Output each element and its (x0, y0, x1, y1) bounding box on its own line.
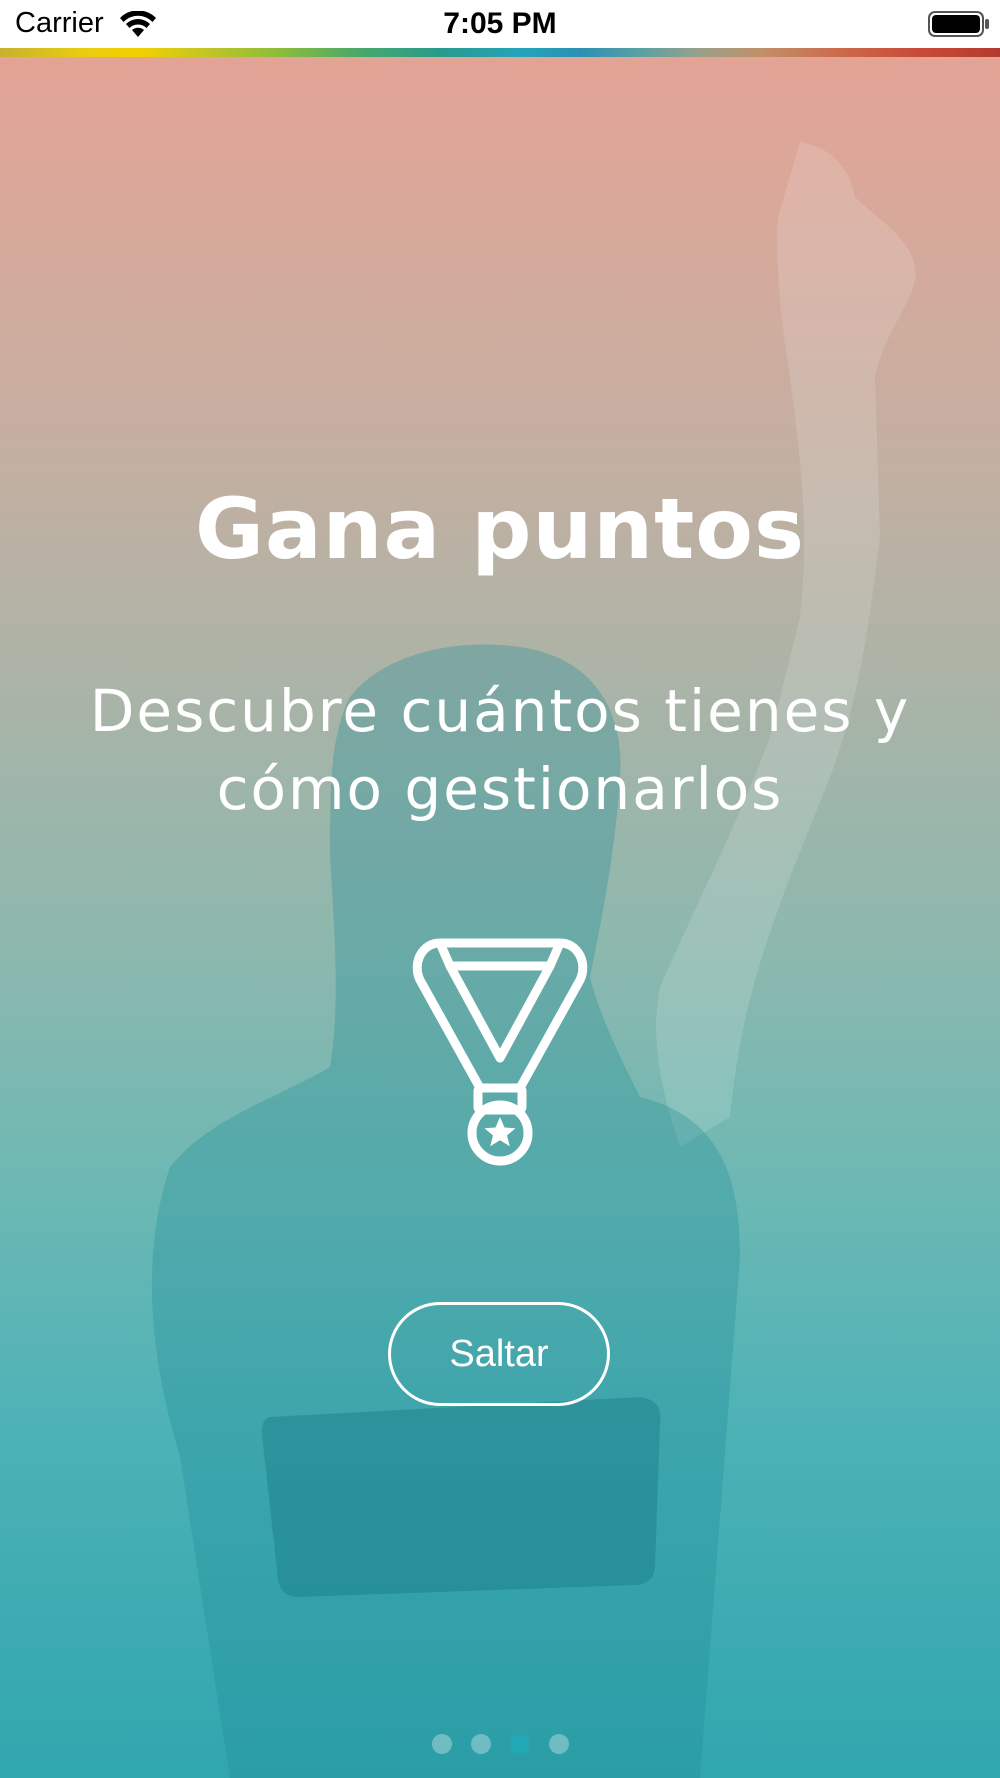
clock: 7:05 PM (443, 7, 557, 40)
page-dot-3-active[interactable] (509, 1734, 530, 1754)
slide-title: Gana puntos (195, 480, 805, 578)
page-dot-4[interactable] (548, 1734, 569, 1754)
medal-icon (412, 938, 588, 1166)
onboarding-background: Gana puntos Descubre cuántos tienes y có… (0, 57, 1000, 1778)
status-bar: Carrier 7:05 PM (0, 0, 1000, 48)
page-indicator (0, 1734, 1000, 1754)
slide-subtitle: Descubre cuántos tienes y cómo gestionar… (60, 672, 940, 828)
page-dot-1[interactable] (431, 1734, 452, 1754)
skip-button[interactable]: Saltar (388, 1302, 610, 1406)
subtitle-line-2: cómo gestionarlos (216, 755, 784, 823)
brand-color-strip (0, 48, 1000, 57)
subtitle-line-1: Descubre cuántos tienes y (89, 677, 911, 745)
background-photo-woman-celebrating (151, 142, 916, 1778)
page-dot-2[interactable] (470, 1734, 491, 1754)
battery-icon (928, 11, 989, 37)
